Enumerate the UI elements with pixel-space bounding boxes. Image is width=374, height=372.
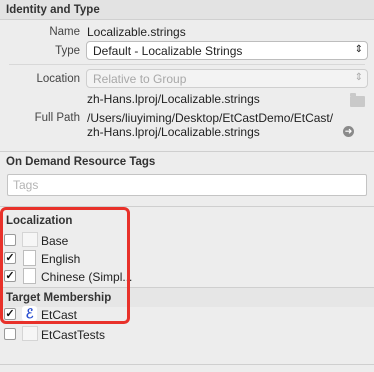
target-item-label: EtCast (41, 308, 78, 322)
on-demand-header: On Demand Resource Tags (0, 152, 374, 172)
full-path-line-2: zh-Hans.lproj/Localizable.strings (87, 125, 260, 139)
type-select-value: Default - Localizable Strings (93, 44, 243, 58)
location-select-value: Relative to Group (93, 72, 187, 86)
identity-type-header: Identity and Type (0, 0, 374, 20)
name-label: Name (49, 26, 80, 38)
target-item[interactable]: EtCastTests (0, 326, 130, 344)
select-chevron-icon: ⇕ (354, 44, 363, 55)
english-checkbox[interactable]: ✓ (4, 252, 16, 264)
tags-input[interactable]: Tags (7, 174, 367, 196)
chinese-checkbox[interactable]: ✓ (4, 270, 16, 282)
folder-icon[interactable] (350, 93, 365, 107)
localization-item[interactable]: ✓ Chinese (Simpl... (0, 268, 133, 286)
file-icon (23, 268, 36, 284)
file-icon (22, 232, 38, 247)
reveal-in-finder-icon[interactable]: ➜ (343, 126, 354, 137)
localization-item[interactable]: ✓ English (0, 250, 130, 268)
localization-header: Localization (0, 211, 374, 231)
full-path-line-1: /Users/liuyiming/Desktop/EtCastDemo/EtCa… (87, 111, 334, 125)
full-path-label: Full Path (34, 112, 80, 124)
target-item[interactable]: ✓ ℰ EtCast (0, 306, 130, 324)
location-label: Location (36, 73, 80, 85)
localization-item-label: English (41, 252, 81, 266)
app-target-icon: ℰ (22, 306, 37, 321)
target-item-label: EtCastTests (41, 328, 106, 342)
location-select[interactable]: Relative to Group ⇕ (86, 69, 368, 88)
type-label: Type (55, 45, 80, 57)
type-select[interactable]: Default - Localizable Strings ⇕ (86, 41, 368, 60)
divider (9, 64, 365, 65)
etcast-checkbox[interactable]: ✓ (4, 308, 16, 320)
name-value[interactable]: Localizable.strings (87, 25, 186, 39)
select-chevron-icon: ⇕ (354, 72, 363, 83)
test-bundle-icon (22, 326, 38, 341)
localization-item-label: Chinese (Simpl... (41, 270, 133, 284)
location-path: zh-Hans.lproj/Localizable.strings (87, 92, 260, 106)
localization-item-label: Base (41, 234, 69, 248)
divider (0, 364, 374, 365)
target-membership-header: Target Membership (0, 287, 374, 307)
divider (0, 206, 374, 207)
file-icon (23, 250, 36, 266)
localization-item[interactable]: Base (0, 232, 130, 250)
base-checkbox[interactable] (4, 234, 16, 246)
etcasttests-checkbox[interactable] (4, 328, 16, 340)
